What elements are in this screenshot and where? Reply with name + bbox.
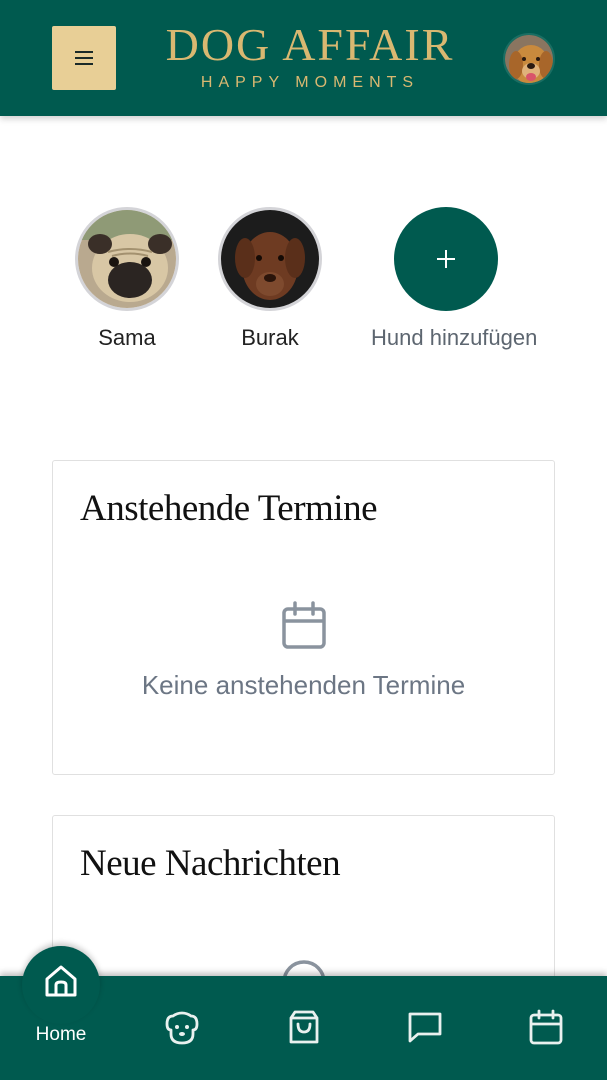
nav-home[interactable]: Home xyxy=(22,962,100,1046)
nav-shop[interactable] xyxy=(284,1008,324,1046)
nav-messages[interactable] xyxy=(405,1008,445,1046)
nav-dogs[interactable] xyxy=(162,1008,202,1046)
brand-title: DOG AFFAIR xyxy=(165,19,455,70)
dog-photo xyxy=(75,207,179,311)
dog-name: Sama xyxy=(98,325,156,350)
app-header: DOG AFFAIR HAPPY MOMENTS xyxy=(0,0,607,116)
appointments-card: Anstehende Termine Keine anstehenden Ter… xyxy=(52,460,555,775)
brand-logo[interactable]: DOG AFFAIR HAPPY MOMENTS xyxy=(150,20,470,94)
home-icon xyxy=(45,965,77,997)
nav-calendar[interactable] xyxy=(526,1008,566,1046)
plus-icon xyxy=(437,250,455,268)
golden-retriever-photo xyxy=(505,35,553,83)
nav-home-label: Home xyxy=(35,1024,87,1045)
dog-face-icon xyxy=(165,1011,199,1045)
dog-item-sama[interactable]: Sama xyxy=(52,207,202,351)
user-avatar[interactable] xyxy=(503,33,555,85)
chat-icon xyxy=(408,1012,442,1043)
add-dog-label: Hund hinzufügen xyxy=(371,325,538,350)
brown-labrador-photo xyxy=(221,210,319,308)
appointments-empty-text: Keine anstehenden Termine xyxy=(141,670,466,700)
hamburger-icon xyxy=(75,51,93,65)
messages-title: Neue Nachrichten xyxy=(80,843,341,884)
calendar-icon xyxy=(281,601,326,649)
appointments-title: Anstehende Termine xyxy=(80,488,378,529)
dog-name: Burak xyxy=(241,325,299,350)
pug-photo xyxy=(78,210,176,308)
calendar-icon xyxy=(529,1009,563,1045)
add-dog-button[interactable]: Hund hinzufügen xyxy=(371,207,538,351)
appointments-empty-state: Keine anstehenden Termine xyxy=(53,601,554,701)
add-dog-circle[interactable] xyxy=(394,207,498,311)
shopping-bag-icon xyxy=(289,1010,319,1044)
dog-item-burak[interactable]: Burak xyxy=(195,207,345,351)
dog-photo xyxy=(218,207,322,311)
brand-subtitle: HAPPY MOMENTS xyxy=(200,74,420,91)
menu-button[interactable] xyxy=(52,26,116,90)
